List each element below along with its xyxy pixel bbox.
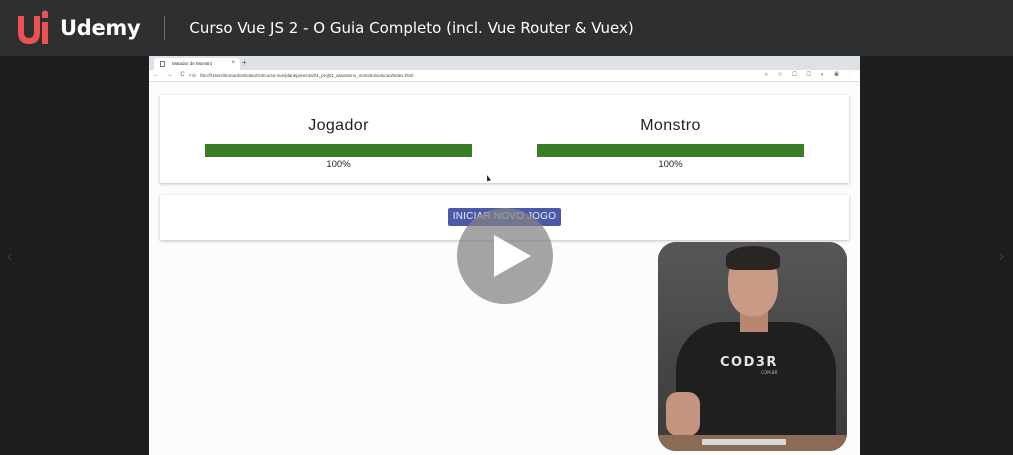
monster-health-percent: 100% [658, 159, 683, 170]
monster-label: Monstro [640, 117, 701, 134]
extension-icons[interactable]: ⌕ ☆ ▢ ▢ ◐ ◉ ⋮ [765, 72, 854, 79]
health-panel: Jogador 100% Monstro 100% [160, 95, 849, 183]
monster-column: Monstro 100% [537, 95, 804, 170]
player-health-bar [205, 144, 472, 157]
browser-nav-icons[interactable]: ← → C [153, 72, 188, 78]
brand-name: Udemy [60, 16, 141, 40]
keyboard [702, 439, 786, 445]
video-player[interactable]: Matador de Monstro × + ← → C File file://… [149, 56, 860, 455]
close-icon[interactable]: × [231, 60, 235, 66]
play-button[interactable] [457, 208, 553, 304]
player-health-percent: 100% [326, 159, 351, 170]
header-divider [164, 16, 166, 40]
chevron-right-icon[interactable]: › [998, 246, 1005, 267]
play-icon [494, 235, 531, 277]
shirt-sub-text: .COM.BR [760, 370, 778, 375]
chevron-left-icon[interactable]: ‹ [6, 246, 13, 267]
tab-title: Matador de Monstro [172, 61, 213, 66]
webcam-overlay: COD3R .COM.BR [658, 242, 847, 451]
url-scheme-label: File [189, 73, 197, 78]
course-title[interactable]: Curso Vue JS 2 - O Guia Completo (incl. … [189, 19, 633, 37]
url-field[interactable]: File file:///Users/leonardomleitao/Git/cu… [189, 73, 413, 78]
player-health-fill [205, 144, 472, 157]
presenter-hair [726, 246, 780, 270]
presenter-arm [666, 392, 700, 436]
new-tab-icon[interactable]: + [242, 58, 247, 67]
monster-health-fill [537, 144, 804, 157]
url-text: file:///Users/leonardomleitao/Git/curso-… [200, 73, 414, 78]
udemy-logo-icon [18, 10, 48, 44]
shirt-logo: COD3R [720, 355, 778, 370]
udemy-header: Udemy Curso Vue JS 2 - O Guia Completo (… [0, 0, 1013, 56]
browser-tab[interactable]: Matador de Monstro × [154, 58, 240, 70]
video-stage: ‹ › Matador de Monstro × + ← → C File fil… [0, 56, 1013, 455]
monster-health-bar [537, 144, 804, 157]
player-label: Jogador [308, 117, 369, 134]
browser-address-bar: ← → C File file:///Users/leonardomleitao/… [149, 70, 860, 82]
player-column: Jogador 100% [205, 95, 472, 170]
udemy-logo[interactable]: Udemy [14, 8, 141, 48]
page-icon [160, 61, 165, 67]
presenter-torso [676, 322, 836, 451]
browser-tab-bar: Matador de Monstro × + [149, 56, 860, 70]
